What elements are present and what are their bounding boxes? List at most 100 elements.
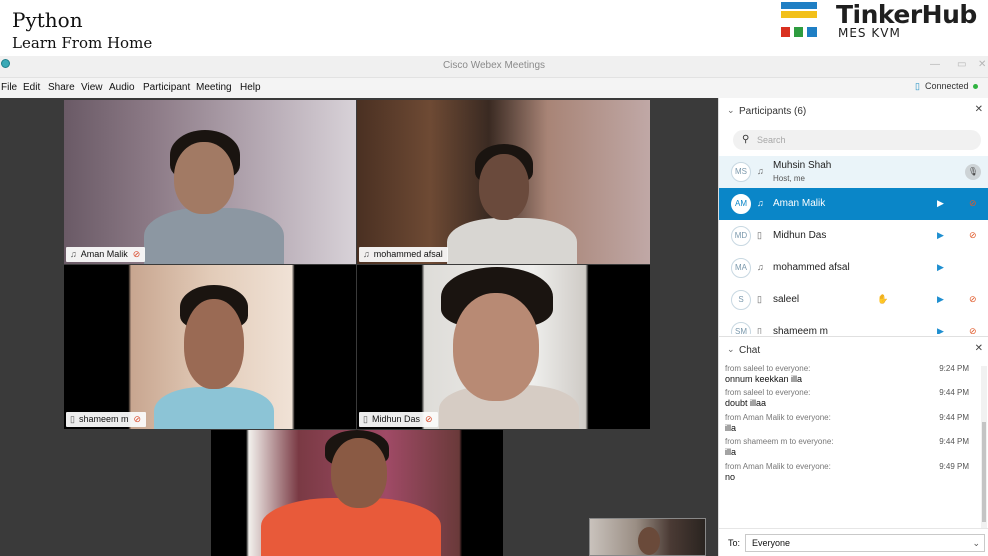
participant-name: Midhun Das [773,230,827,241]
search-icon: ⚲ [742,134,750,145]
audio-icon: ♫ [757,198,764,208]
chevron-down-icon: ⌄ [972,538,980,548]
muted-mic-icon[interactable]: ⊘ [969,326,977,334]
chat-message: from saleel to everyone: 9:44 PM doubt i… [725,388,969,408]
collapse-chevron-icon[interactable]: ⌄ [727,105,735,116]
video-name-tag: ▯ Midhun Das ⊘ [359,412,438,427]
course-subtitle: Learn From Home [12,34,153,52]
self-view-thumbnail[interactable] [589,518,706,556]
scrollbar-thumb[interactable] [982,422,986,522]
participant-search-input[interactable]: ⚲ Search [733,130,981,150]
muted-mic-icon: ⊘ [132,249,141,259]
participant-row-shameem-m[interactable]: SM ▯ shameem m ▶ ⊘ [719,316,988,334]
host-mic-icon[interactable]: 🎙 [965,164,981,180]
chat-title: Chat [739,345,761,356]
muted-mic-icon[interactable]: ⊘ [969,294,977,305]
video-tile-shameem-m[interactable]: ▯ shameem m ⊘ [64,265,356,429]
status-dot [972,84,978,90]
menu-view[interactable]: View [81,82,103,93]
video-tile-mohammed-afsal[interactable]: ♫ mohammed afsal [357,100,650,264]
participant-name: saleel [773,294,800,305]
video-name-tag: ♫ Aman Malik ⊘ [66,247,146,262]
audio-icon: ♫ [70,249,77,259]
window-title-bar: Cisco Webex Meetings — ▭ ✕ [0,56,988,78]
self-view-person [638,527,660,555]
avatar: MD [731,226,751,246]
video-grid: ♫ Aman Malik ⊘ ♫ mohammed afsal ▯ shameem m ⊘ [0,98,718,556]
video-tile-aman-malik[interactable]: ♫ Aman Malik ⊘ [64,100,356,264]
video-tile-midhun-das[interactable]: ▯ Midhun Das ⊘ [357,265,650,429]
participant-row-clip: SM ▯ shameem m ▶ ⊘ [719,316,988,334]
close-window-icon[interactable]: ✕ [978,59,986,70]
video-camera-icon[interactable]: ▶ [937,262,944,273]
connection-icon: ▯ [915,81,920,91]
side-panel: ⌄ Participants (6) ✕ ⚲ Search MS ♫ Muhsi… [718,98,988,556]
avatar: MS [731,162,751,182]
participant-row-saleel[interactable]: S ▯ saleel ✋ ▶ ⊘ [719,284,988,316]
participant-row-midhun-das[interactable]: MD ▯ Midhun Das ▶ ⊘ [719,220,988,252]
course-title: Python [12,8,83,32]
video-name-tag: ♫ mohammed afsal [359,247,448,262]
menu-bar: File Edit Share View Audio Participant M… [0,78,988,98]
phone-icon: ▯ [757,294,762,304]
to-label: To: [728,538,741,548]
chat-message: from Aman Malik to everyone: 9:49 PM no [725,462,969,482]
menu-audio[interactable]: Audio [109,82,135,93]
chat-message: from saleel to everyone: 9:24 PM onnum k… [725,364,969,384]
video-name-tag: ▯ shameem m ⊘ [66,412,147,427]
video-camera-icon[interactable]: ▶ [937,230,944,241]
raised-hand-icon: ✋ [877,294,889,304]
participant-name: shameem m [773,326,829,334]
chat-messages: from saleel to everyone: 9:24 PM onnum k… [719,364,981,526]
collapse-chevron-icon[interactable]: ⌄ [727,344,735,355]
connection-status: ▯ Connected [915,81,978,92]
muted-mic-icon[interactable]: ⊘ [969,198,977,209]
chat-header[interactable]: ⌄ Chat ✕ [719,336,988,362]
participant-row-aman-malik[interactable]: AM ♫ Aman Malik ▶ ⊘ [719,188,988,220]
menu-participant[interactable]: Participant [143,82,190,93]
audio-icon: ♫ [363,249,370,259]
menu-file[interactable]: File [1,82,17,93]
video-tile-participant-5[interactable] [211,430,503,556]
window-title: Cisco Webex Meetings [442,60,546,71]
avatar: SM [731,322,751,334]
audio-icon: ♫ [757,262,764,272]
phone-icon: ▯ [757,326,762,334]
avatar: AM [731,194,751,214]
video-camera-icon[interactable]: ▶ [937,198,944,209]
search-placeholder: Search [757,135,786,145]
stream-banner: Python Learn From Home TinkerHub MES KVM [0,0,988,56]
connection-label: Connected [924,81,969,91]
video-camera-icon[interactable]: ▶ [937,326,944,334]
close-participants-icon[interactable]: ✕ [975,104,983,115]
menu-help[interactable]: Help [240,82,261,93]
chat-scrollbar[interactable] [981,366,987,528]
chat-recipient-bar: To: Everyone ⌄ [719,528,988,556]
chat-message: from shameem m to everyone: 9:44 PM illa [725,437,969,457]
muted-mic-icon: ⊘ [133,414,142,424]
participant-name: Aman Malik [773,198,826,209]
participant-name: mohammed afsal [773,262,850,273]
menu-edit[interactable]: Edit [23,82,40,93]
muted-mic-icon[interactable]: ⊘ [969,230,977,241]
brand-subtitle: MES KVM [838,26,901,40]
menu-share[interactable]: Share [48,82,75,93]
participant-name: Muhsin Shah [773,160,832,171]
phone-icon: ▯ [363,414,368,424]
recipient-value: Everyone [752,538,791,548]
minimize-icon[interactable]: — [930,59,940,70]
avatar: S [731,290,751,310]
video-camera-icon[interactable]: ▶ [937,294,944,305]
participant-row-mohammed-afsal[interactable]: MA ♫ mohammed afsal ▶ [719,252,988,284]
participant-row-muhsin-shah[interactable]: MS ♫ Muhsin Shah Host, me 🎙 [719,156,988,188]
participants-title: Participants (6) [739,106,807,117]
brand-name: TinkerHub [836,0,977,29]
participants-header[interactable]: ⌄ Participants (6) ✕ [719,98,988,124]
phone-icon: ▯ [757,230,762,240]
chat-message: from Aman Malik to everyone: 9:44 PM ill… [725,413,969,433]
close-chat-icon[interactable]: ✕ [975,343,983,354]
recipient-select[interactable]: Everyone ⌄ [745,534,985,552]
maximize-icon[interactable]: ▭ [957,59,966,70]
menu-meeting[interactable]: Meeting [196,82,232,93]
muted-mic-icon: ⊘ [424,414,433,424]
